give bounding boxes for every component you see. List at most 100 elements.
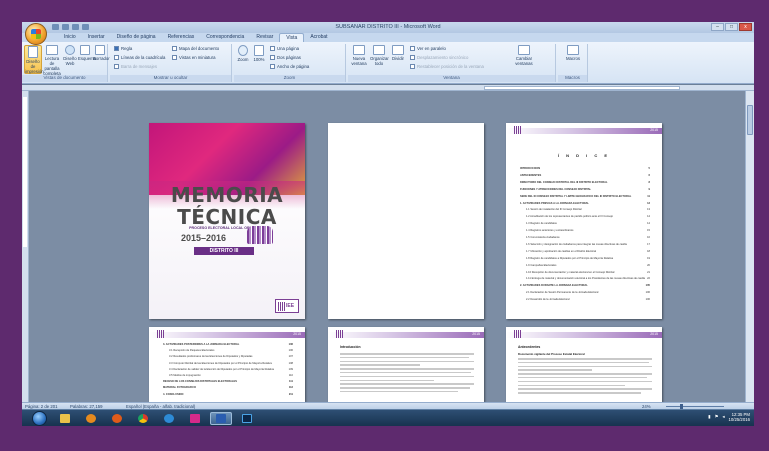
switch-windows-icon bbox=[518, 45, 530, 55]
group-window: Nueva ventana Organizar todo Dividir Ver… bbox=[348, 44, 556, 82]
switch-windows-button[interactable]: Cambiar ventanas bbox=[512, 45, 536, 74]
taskbar-explorer[interactable] bbox=[54, 412, 76, 425]
zoom-100-button[interactable]: 100% bbox=[252, 45, 266, 74]
status-bar: Página: 2 de 201 Palabras: 27,159 Españo… bbox=[22, 402, 754, 409]
page-cover[interactable]: MEMORIA TÉCNICA PROCESO ELECTORAL LOCAL … bbox=[149, 123, 305, 319]
close-button[interactable]: x bbox=[739, 23, 752, 31]
arrange-all-label: Organizar todo bbox=[370, 56, 389, 66]
taskbar-ie[interactable] bbox=[158, 412, 180, 425]
index-entry-text: 3.3 Cómputo Distrital de las Elecciones … bbox=[169, 361, 272, 365]
office-button[interactable] bbox=[25, 23, 47, 45]
index-entry-page: 17 bbox=[646, 242, 650, 246]
zoom-slider-track[interactable] bbox=[666, 406, 724, 407]
clock[interactable]: 12:35 PM 10/25/2016 bbox=[728, 412, 750, 422]
index-entry-page: 22 bbox=[646, 277, 650, 281]
outline-button[interactable]: Esquema bbox=[78, 45, 96, 74]
reset-window-label: Restablecer posición de la ventana bbox=[417, 64, 484, 69]
gridlines-checkbox[interactable]: Líneas de la cuadrícula bbox=[114, 55, 165, 60]
print-layout-button[interactable]: Diseño de impresión bbox=[24, 45, 44, 74]
draft-icon bbox=[95, 45, 105, 55]
people-illustration-icon bbox=[247, 226, 273, 244]
draft-label: Borrador bbox=[93, 56, 110, 61]
split-button[interactable]: Dividir bbox=[390, 45, 406, 74]
ruler-checkbox[interactable]: Regla bbox=[114, 46, 132, 51]
index-entry: 3.1 Recepción de Paquetes Electorales 106 bbox=[169, 349, 293, 353]
network-icon[interactable]: ▮ bbox=[708, 414, 710, 420]
index-entry-page: 211 bbox=[287, 392, 293, 396]
page-index[interactable]: 2015 Í N D I C E INTRODUCCIÓN 5 ANTECEDENT… bbox=[506, 123, 662, 319]
group-label-zoom: Zoom bbox=[234, 75, 345, 82]
taskbar-photoshop[interactable] bbox=[236, 412, 258, 425]
new-window-label: Nueva ventana bbox=[351, 56, 367, 66]
index-entry: 1.5 Convocatoria ciudadanos 16 bbox=[526, 236, 650, 239]
flag-icon[interactable]: ⚑ bbox=[714, 414, 718, 420]
draft-button[interactable]: Borrador bbox=[93, 45, 110, 74]
intro-heading: Introducción bbox=[340, 345, 361, 349]
group-show-hide: Regla Líneas de la cuadrícula Barra de m… bbox=[110, 44, 232, 82]
macros-button[interactable]: Macros bbox=[564, 45, 582, 74]
web-layout-button[interactable]: Diseño Web bbox=[63, 45, 77, 74]
tab-diseno-pagina[interactable]: Diseño de página bbox=[111, 33, 162, 42]
clock-date: 10/25/2016 bbox=[728, 417, 750, 422]
tab-insertar[interactable]: Insertar bbox=[82, 33, 111, 42]
new-window-button[interactable]: Nueva ventana bbox=[350, 45, 368, 74]
index-entry: 1.1 Sesión de instalación del III Consej… bbox=[526, 208, 650, 212]
index-entry: 3.3 Cómputo Distrital de las Elecciones … bbox=[169, 361, 293, 365]
header-number: 2015 bbox=[293, 332, 301, 336]
tab-revisar[interactable]: Revisar bbox=[250, 33, 279, 42]
header-logo-icon bbox=[157, 330, 164, 338]
taskbar-word[interactable] bbox=[210, 412, 232, 425]
side-by-side-button[interactable]: Ver en paralelo bbox=[410, 46, 446, 51]
scrollbar-thumb[interactable] bbox=[747, 105, 753, 135]
cover-district: DISTRITO III bbox=[194, 247, 254, 255]
taskbar-app[interactable] bbox=[184, 412, 206, 425]
split-label: Dividir bbox=[392, 56, 404, 61]
tab-inicio[interactable]: Inicio bbox=[58, 33, 82, 42]
index-entry-text: 1.3 Registro de candidatos bbox=[526, 222, 557, 226]
two-pages-button[interactable]: Dos páginas bbox=[270, 55, 301, 60]
volume-icon[interactable]: ◂ bbox=[722, 414, 724, 420]
page-introduction[interactable]: 2015 Introducción bbox=[328, 327, 484, 402]
index-entry-text: 1.4 Registros anteriores y extraordinari… bbox=[526, 229, 574, 233]
tab-vista[interactable]: Vista bbox=[279, 33, 305, 42]
index-entry: 1.9 Campañas Electorales 20 bbox=[526, 263, 650, 267]
start-button[interactable] bbox=[32, 411, 47, 426]
minimize-button[interactable]: – bbox=[711, 23, 724, 31]
full-screen-reading-button[interactable]: Lectura de pantalla completa bbox=[43, 45, 61, 76]
zoom-button[interactable]: Zoom bbox=[236, 45, 250, 74]
switch-windows-label: Cambiar ventanas bbox=[515, 56, 533, 66]
page-header-band: 2015 bbox=[506, 128, 662, 134]
message-bar-checkbox[interactable]: Barra de mensajes bbox=[114, 64, 157, 69]
index-entry-page: 15 bbox=[646, 229, 650, 233]
thumbnails-checkbox-label: Vistas en miniatura bbox=[179, 55, 216, 60]
office-logo-icon bbox=[31, 29, 41, 39]
ruler-active-area bbox=[484, 86, 680, 90]
index-entry: 1.8 Registro de candidatos a Diputados p… bbox=[526, 256, 650, 260]
document-area[interactable]: MEMORIA TÉCNICA PROCESO ELECTORAL LOCAL … bbox=[29, 91, 745, 402]
tab-referencias[interactable]: Referencias bbox=[162, 33, 201, 42]
sync-scroll-button[interactable]: Desplazamiento sincrónico bbox=[410, 55, 468, 60]
reset-window-button[interactable]: Restablecer posición de la ventana bbox=[410, 64, 484, 69]
page-antecedentes[interactable]: 2015 Antecedentes Documento vigilante de… bbox=[506, 327, 662, 402]
page-blank[interactable] bbox=[328, 123, 484, 319]
arrange-all-button[interactable]: Organizar todo bbox=[370, 45, 389, 74]
index-entry-page: 9 bbox=[647, 187, 650, 191]
thumbnails-checkbox[interactable]: Vistas en miniatura bbox=[172, 55, 215, 60]
index-entry-page: 14 bbox=[646, 215, 650, 219]
index-entry-text: 1.6 Selección y designación de ciudadano… bbox=[526, 242, 627, 246]
taskbar-media-player[interactable] bbox=[80, 412, 102, 425]
one-page-button[interactable]: Una página bbox=[270, 46, 299, 51]
document-map-checkbox[interactable]: Mapa del documento bbox=[172, 46, 219, 51]
tab-acrobat[interactable]: Acrobat bbox=[304, 33, 333, 42]
index-entry-text: 1.2 Acreditación de los representantes d… bbox=[526, 215, 613, 219]
tab-correspondencia[interactable]: Correspondencia bbox=[200, 33, 250, 42]
maximize-button[interactable]: □ bbox=[725, 23, 738, 31]
vertical-scrollbar[interactable] bbox=[745, 91, 754, 402]
checkbox-icon bbox=[114, 55, 119, 60]
taskbar-chrome[interactable] bbox=[132, 412, 154, 425]
page-width-button[interactable]: Ancho de página bbox=[270, 64, 309, 69]
vertical-ruler[interactable] bbox=[22, 91, 29, 402]
index-entry-page: 107 bbox=[287, 355, 293, 359]
taskbar-firefox[interactable] bbox=[106, 412, 128, 425]
page-index-continued[interactable]: 2015 3. ACTIVIDADES POSTERIORES A LA JOR… bbox=[149, 327, 305, 402]
